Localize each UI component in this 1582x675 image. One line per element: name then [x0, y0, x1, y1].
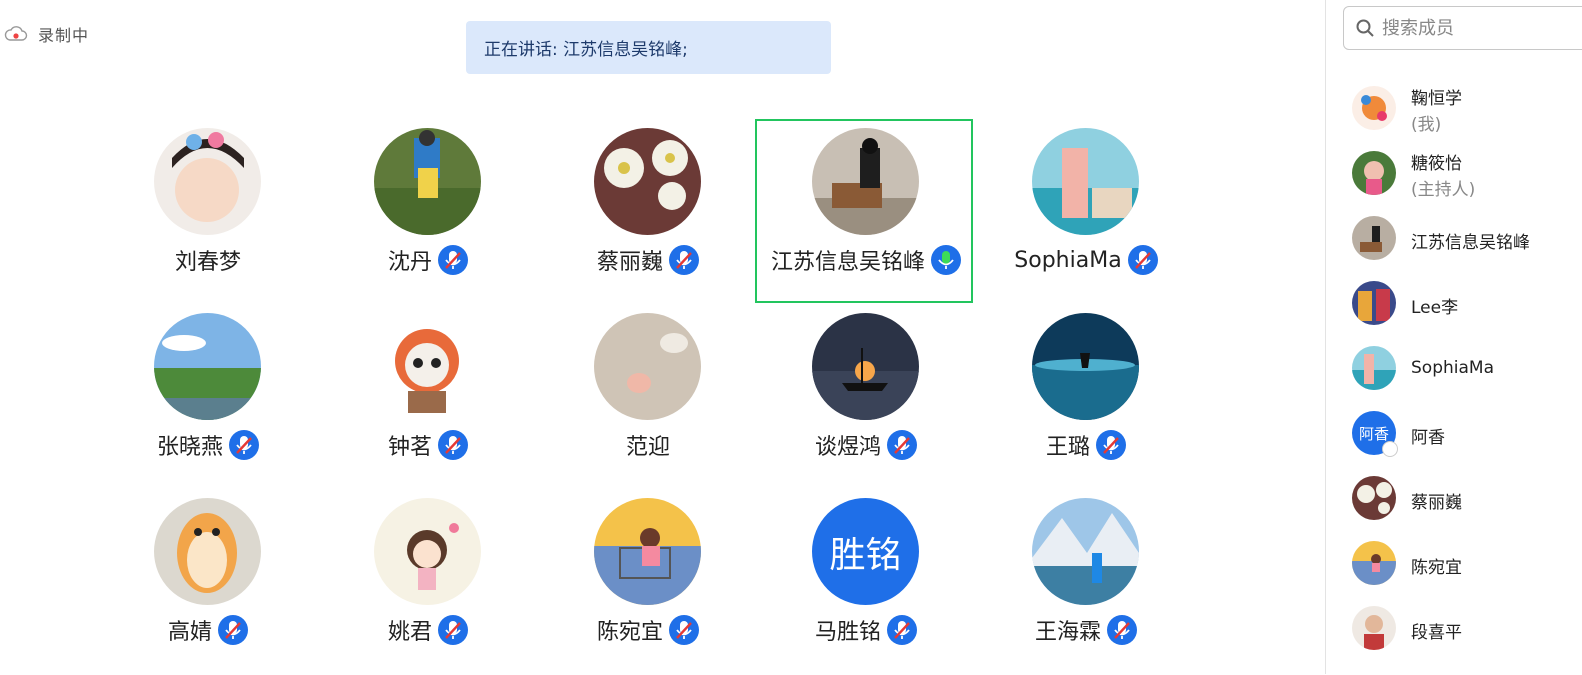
- search-icon: [1356, 19, 1374, 37]
- mic-muted-icon[interactable]: [438, 430, 468, 460]
- participant-tile[interactable]: 刘春梦: [98, 120, 318, 305]
- mic-muted-icon[interactable]: [669, 245, 699, 275]
- participant-name: 沈丹: [387, 250, 432, 275]
- participant-name: 陈宛宜: [596, 620, 663, 645]
- avatar: [1352, 281, 1396, 325]
- member-name: SophiaMa: [1411, 358, 1494, 378]
- avatar: [594, 128, 701, 235]
- avatar-initials-text: 胜铭: [829, 534, 902, 576]
- member-tag: (主持人): [1411, 180, 1476, 200]
- mic-muted-icon[interactable]: [887, 430, 917, 460]
- member-item[interactable]: SophiaMa: [1352, 338, 1582, 398]
- participant-tile[interactable]: SophiaMa: [976, 120, 1196, 305]
- participant-name: 王璐: [1045, 435, 1090, 460]
- member-item[interactable]: 鞠恒学 (我): [1352, 78, 1582, 138]
- participant-tile[interactable]: 范迎: [538, 305, 758, 490]
- avatar: [1352, 606, 1396, 650]
- member-name: 段喜平: [1411, 623, 1462, 643]
- participant-tile[interactable]: 张晓燕: [98, 305, 318, 490]
- avatar: [812, 313, 919, 420]
- participant-name: 张晓燕: [156, 435, 223, 460]
- participant-name: 姚君: [387, 620, 432, 645]
- device-badge-icon: [1382, 441, 1398, 457]
- participant-tile[interactable]: 沈丹: [318, 120, 538, 305]
- mic-muted-icon[interactable]: [1127, 245, 1158, 275]
- mic-muted-icon[interactable]: [229, 430, 259, 460]
- avatar: [374, 128, 481, 235]
- avatar-initials-text: 阿香: [1358, 424, 1389, 443]
- participant-tile[interactable]: 胜铭 马胜铭: [756, 490, 976, 675]
- participant-tile[interactable]: 陈宛宜: [538, 490, 758, 675]
- mic-muted-icon[interactable]: [1096, 430, 1126, 460]
- avatar: [1032, 128, 1139, 235]
- avatar: [1352, 541, 1396, 585]
- avatar: [594, 313, 701, 420]
- member-item[interactable]: 陈宛宜: [1352, 533, 1582, 593]
- member-name: 糖筱怡: [1411, 154, 1462, 174]
- avatar: [1032, 313, 1139, 420]
- participant-name: 谈煜鸿: [814, 435, 881, 460]
- participant-name: 刘春梦: [174, 250, 241, 275]
- participant-tile[interactable]: 钟茗: [318, 305, 538, 490]
- member-name: Lee李: [1411, 298, 1459, 318]
- avatar: [1352, 346, 1396, 390]
- mic-muted-icon[interactable]: [438, 245, 468, 275]
- mic-muted-icon[interactable]: [887, 615, 917, 645]
- mic-muted-icon[interactable]: [438, 615, 468, 645]
- participant-tile[interactable]: 谈煜鸿: [756, 305, 976, 490]
- member-item[interactable]: 阿香 阿香: [1352, 403, 1582, 463]
- participant-name: 马胜铭: [814, 620, 881, 645]
- participant-grid: 刘春梦 沈丹 蔡丽巍 江苏信息吴铭峰 SophiaMa 张晓燕 钟茗 范迎 谈煜…: [0, 0, 1320, 674]
- member-item[interactable]: 蔡丽巍: [1352, 468, 1582, 528]
- participant-tile[interactable]: 高婧: [98, 490, 318, 675]
- avatar: [374, 313, 481, 420]
- participant-tile[interactable]: 王海霖: [976, 490, 1196, 675]
- avatar: [154, 128, 261, 235]
- avatar: [1352, 86, 1396, 130]
- mic-muted-icon[interactable]: [1107, 615, 1137, 645]
- avatar: [374, 498, 481, 605]
- participant-name: 王海霖: [1034, 620, 1101, 645]
- mic-muted-icon[interactable]: [669, 615, 699, 645]
- participant-name: 钟茗: [387, 435, 432, 460]
- avatar: [1352, 476, 1396, 520]
- avatar-initials: 胜铭: [812, 498, 919, 605]
- mic-muted-icon[interactable]: [218, 615, 248, 645]
- participant-name: 蔡丽巍: [596, 250, 663, 275]
- member-sidebar: 鞠恒学 (我) 糖筱怡 (主持人) 江苏信息吴铭峰 Lee李 SophiaMa …: [1325, 0, 1582, 674]
- participant-tile[interactable]: 姚君: [318, 490, 538, 675]
- participant-name: SophiaMa: [1014, 247, 1122, 273]
- member-item[interactable]: 江苏信息吴铭峰: [1352, 208, 1582, 268]
- member-item[interactable]: 段喜平: [1352, 598, 1582, 658]
- member-name: 江苏信息吴铭峰: [1411, 233, 1530, 253]
- avatar: [154, 498, 261, 605]
- member-item[interactable]: 糖筱怡 (主持人): [1352, 143, 1582, 203]
- avatar: [594, 498, 701, 605]
- participant-tile[interactable]: 蔡丽巍: [538, 120, 758, 305]
- avatar: [1352, 151, 1396, 195]
- avatar: [154, 313, 261, 420]
- member-name: 阿香: [1411, 428, 1445, 448]
- member-name: 鞠恒学: [1411, 89, 1462, 109]
- participant-name: 范迎: [625, 435, 670, 460]
- avatar: [1032, 498, 1139, 605]
- member-search-box[interactable]: [1343, 6, 1582, 50]
- member-search-input[interactable]: [1380, 16, 1574, 40]
- member-name: 蔡丽巍: [1411, 493, 1462, 513]
- member-tag: (我): [1411, 115, 1442, 135]
- member-name: 陈宛宜: [1411, 558, 1462, 578]
- avatar: [1352, 216, 1396, 260]
- participant-name: 高婧: [167, 620, 212, 645]
- active-speaker-highlight: [755, 119, 973, 303]
- member-item[interactable]: Lee李: [1352, 273, 1582, 333]
- participant-tile[interactable]: 王璐: [976, 305, 1196, 490]
